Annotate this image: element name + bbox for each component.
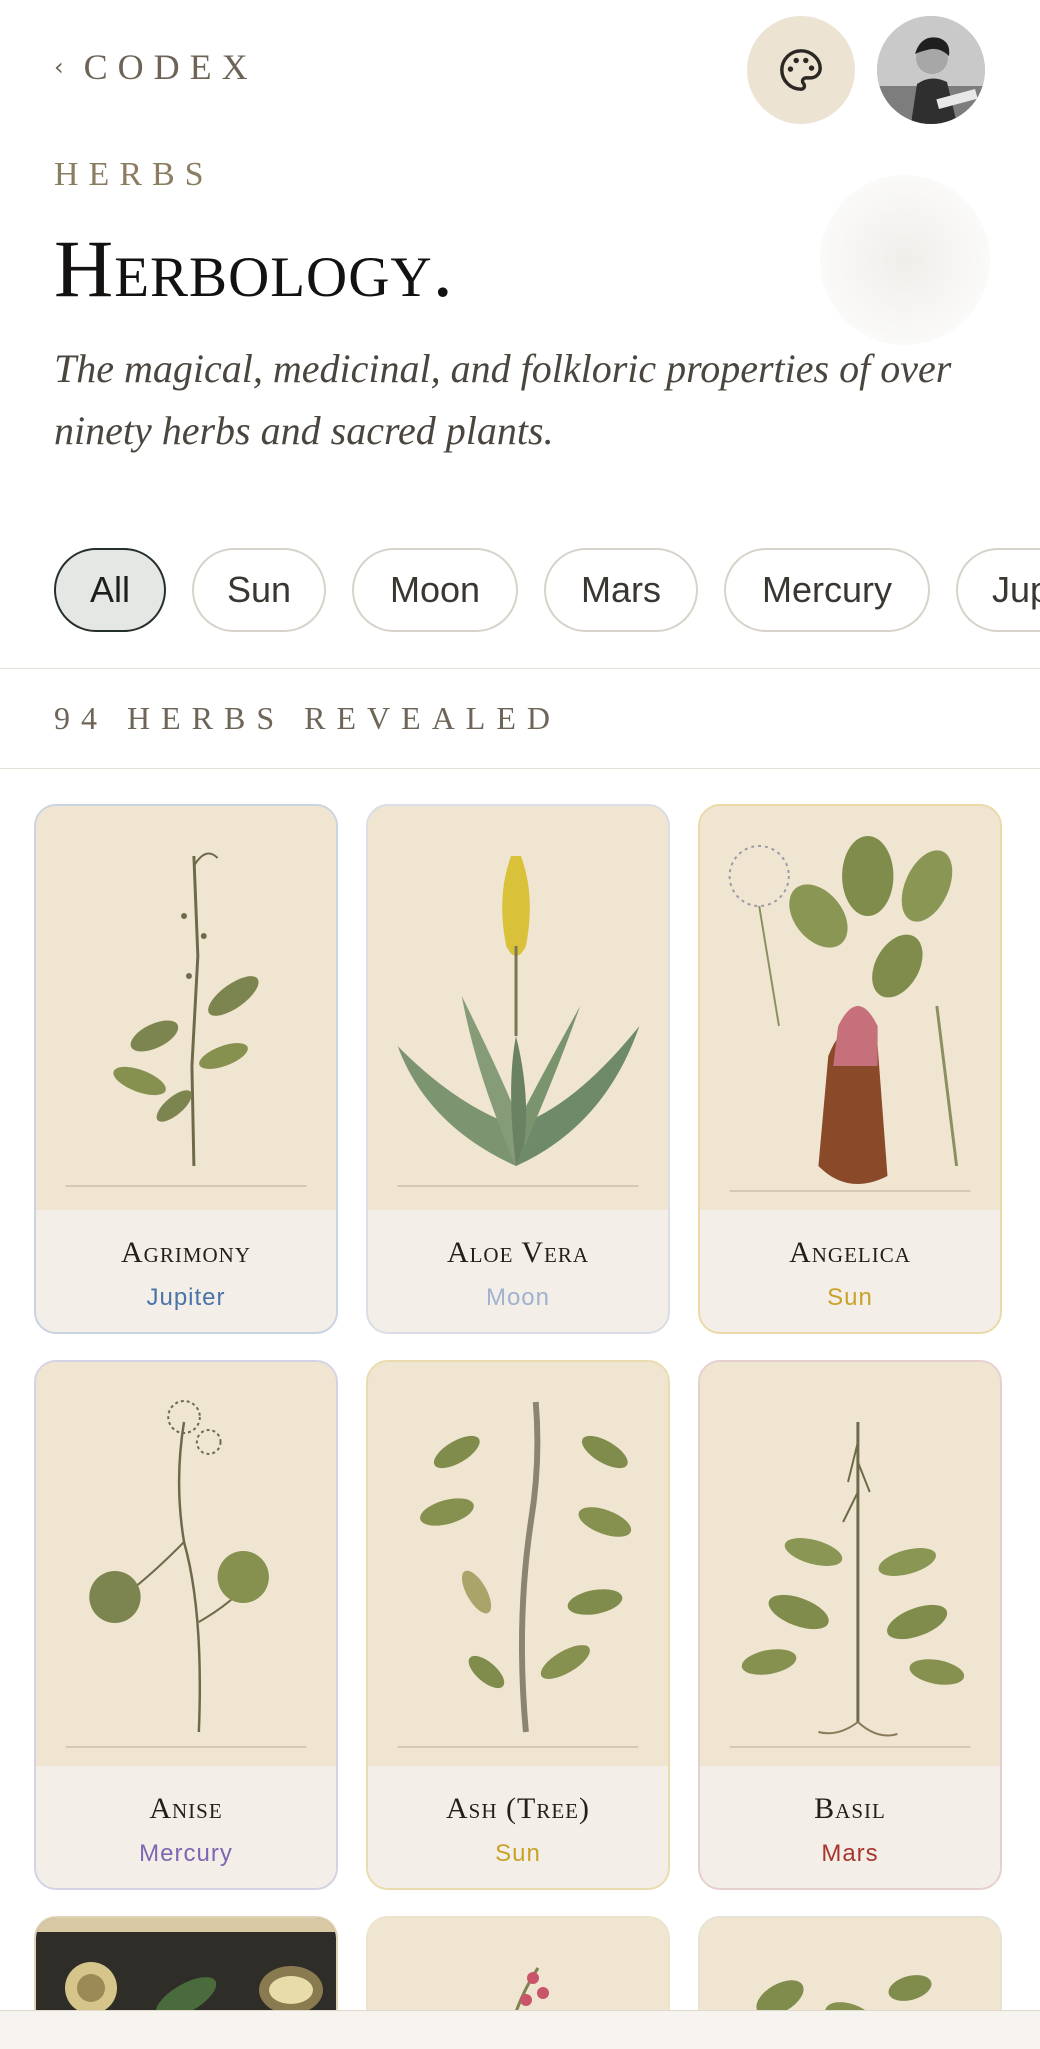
herb-card-ash-tree[interactable]: Ash (Tree) Sun — [366, 1360, 670, 1890]
herb-card-agrimony[interactable]: Agrimony Jupiter — [34, 804, 338, 1334]
chevron-left-icon: ‹ — [54, 53, 64, 81]
herb-card-angelica[interactable]: Angelica Sun — [698, 804, 1002, 1334]
herb-name: Basil — [814, 1792, 886, 1825]
herb-planet: Sun — [827, 1284, 873, 1311]
page-title: Herbology. — [54, 223, 455, 314]
herb-name: Aloe Vera — [446, 1236, 590, 1269]
section-eyebrow: HERBS — [54, 156, 214, 193]
herb-card-anise[interactable]: Anise Mercury — [34, 1360, 338, 1890]
basil-illustration — [700, 1362, 1000, 1766]
angelica-illustration — [700, 806, 1000, 1210]
herb-name: Ash (Tree) — [446, 1792, 590, 1825]
herb-name: Anise — [149, 1792, 223, 1825]
divider — [0, 768, 1040, 769]
herb-card-aloe-vera[interactable]: Aloe Vera Moon — [366, 804, 670, 1334]
palette-icon — [780, 49, 822, 91]
filter-chip-all[interactable]: All — [54, 548, 166, 632]
ash-tree-illustration — [368, 1362, 668, 1766]
results-count: 94 HERBS REVEALED — [54, 700, 561, 736]
page-subtitle: The magical, medicinal, and folkloric pr… — [54, 346, 952, 453]
agrimony-illustration — [36, 806, 336, 1210]
filter-chip-mercury[interactable]: Mercury — [724, 548, 930, 632]
theme-palette-button[interactable] — [747, 16, 855, 124]
filter-chip-jupiter[interactable]: Jupi — [956, 548, 1040, 632]
herb-planet: Mercury — [139, 1840, 233, 1867]
herb-planet: Moon — [485, 1284, 551, 1311]
anise-illustration — [36, 1362, 336, 1766]
herb-planet: Sun — [495, 1840, 541, 1867]
back-button[interactable]: ‹ CODEX — [54, 46, 258, 88]
decorative-glow — [820, 175, 990, 345]
filter-chip-moon[interactable]: Moon — [352, 548, 518, 632]
planet-filter-bar: All Sun Moon Mars Mercury Jupi — [54, 548, 1040, 636]
profile-photo — [877, 16, 985, 124]
filter-chip-mars[interactable]: Mars — [544, 548, 698, 632]
herb-name: Angelica — [789, 1236, 911, 1269]
herb-planet: Mars — [821, 1840, 879, 1867]
bottom-navigation — [0, 2010, 1040, 2049]
divider — [0, 668, 1040, 669]
back-label: CODEX — [83, 47, 258, 87]
avatar[interactable] — [877, 16, 985, 124]
filter-chip-sun[interactable]: Sun — [192, 548, 326, 632]
aloe-vera-illustration — [368, 806, 668, 1210]
herb-planet: Jupiter — [146, 1284, 226, 1311]
herb-name: Agrimony — [121, 1236, 251, 1269]
app-header: ‹ CODEX — [0, 0, 1040, 150]
herb-card-basil[interactable]: Basil Mars — [698, 1360, 1002, 1890]
